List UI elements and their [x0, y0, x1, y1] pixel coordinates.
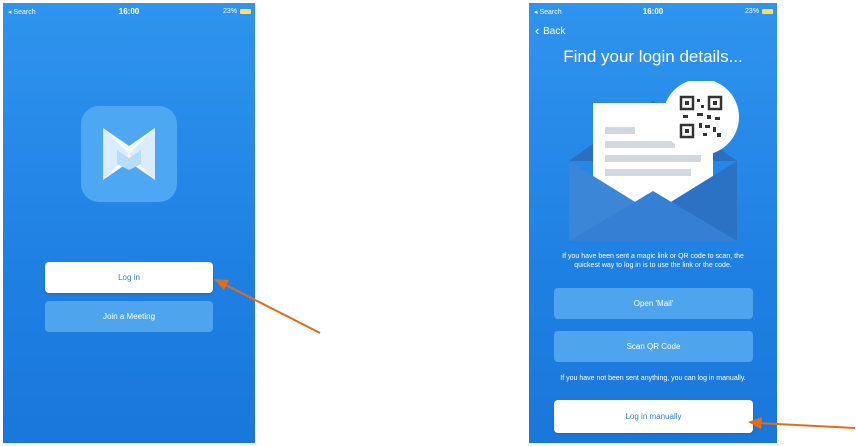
arrow-to-log-in-icon — [214, 279, 321, 334]
annotation-arrows — [214, 279, 856, 429]
arrow-to-log-in-manually-icon — [748, 417, 856, 429]
